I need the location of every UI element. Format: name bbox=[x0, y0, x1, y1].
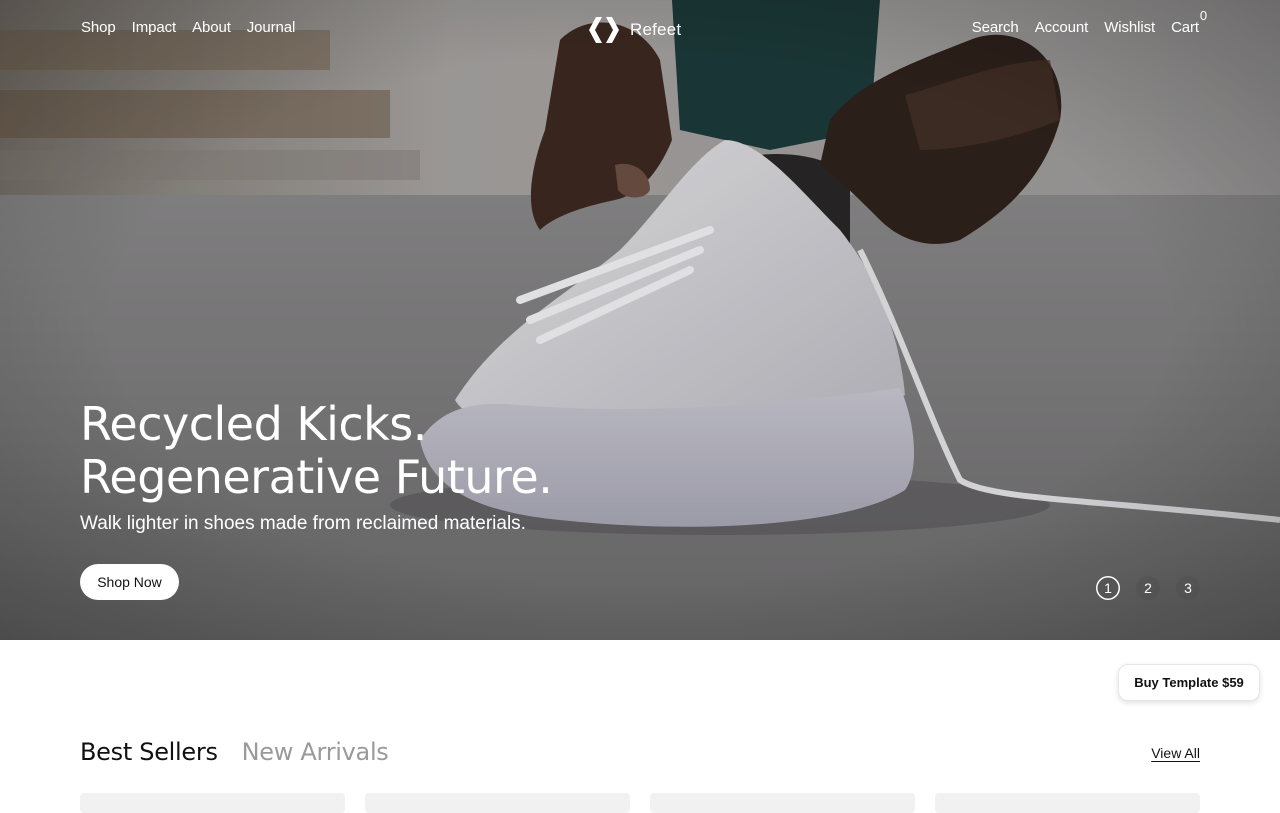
top-nav: Shop Impact About Journal Refeet Search … bbox=[0, 0, 1280, 60]
nav-right-links: Search Account Wishlist Cart 0 bbox=[972, 8, 1207, 36]
nav-link-about[interactable]: About bbox=[192, 19, 231, 36]
slide-dot-2[interactable]: 2 bbox=[1136, 576, 1160, 600]
hero-title-line-2: Regenerative Future. bbox=[80, 450, 553, 504]
tab-new-arrivals[interactable]: New Arrivals bbox=[242, 738, 389, 766]
nav-link-journal[interactable]: Journal bbox=[247, 19, 296, 36]
tab-best-sellers[interactable]: Best Sellers bbox=[80, 738, 218, 766]
slide-pagination: 1 2 3 bbox=[1096, 576, 1200, 600]
product-card[interactable] bbox=[650, 793, 915, 813]
cart-count-badge: 0 bbox=[1199, 8, 1207, 23]
product-tabs: Best Sellers New Arrivals bbox=[80, 738, 389, 766]
product-card[interactable] bbox=[365, 793, 630, 813]
nav-link-account[interactable]: Account bbox=[1035, 19, 1089, 36]
brand-name: Refeet bbox=[630, 20, 682, 39]
product-card[interactable] bbox=[80, 793, 345, 813]
brand-logo-link[interactable]: Refeet bbox=[586, 16, 681, 44]
nav-link-search[interactable]: Search bbox=[972, 19, 1019, 36]
hero-title-line-1: Recycled Kicks. bbox=[80, 397, 427, 451]
hero-section: Shop Impact About Journal Refeet Search … bbox=[0, 0, 1280, 640]
nav-left-links: Shop Impact About Journal bbox=[81, 19, 295, 36]
slide-dot-3[interactable]: 3 bbox=[1176, 576, 1200, 600]
product-card[interactable] bbox=[935, 793, 1200, 813]
buy-template-button[interactable]: Buy Template $59 bbox=[1118, 664, 1260, 701]
slide-dot-1[interactable]: 1 bbox=[1096, 576, 1120, 600]
nav-link-impact[interactable]: Impact bbox=[132, 19, 177, 36]
nav-link-cart[interactable]: Cart 0 bbox=[1171, 8, 1207, 36]
shop-now-button[interactable]: Shop Now bbox=[80, 564, 179, 600]
cart-label: Cart bbox=[1171, 19, 1199, 36]
nav-link-wishlist[interactable]: Wishlist bbox=[1104, 19, 1155, 36]
hero-title: Recycled Kicks. Regenerative Future. bbox=[80, 397, 553, 504]
hero-image bbox=[0, 0, 1280, 640]
hero-subtitle: Walk lighter in shoes made from reclaime… bbox=[80, 513, 526, 534]
view-all-link[interactable]: View All bbox=[1151, 745, 1200, 761]
nav-link-shop[interactable]: Shop bbox=[81, 19, 116, 36]
product-grid bbox=[80, 793, 1200, 813]
chevron-pair-logo-icon bbox=[589, 17, 619, 43]
